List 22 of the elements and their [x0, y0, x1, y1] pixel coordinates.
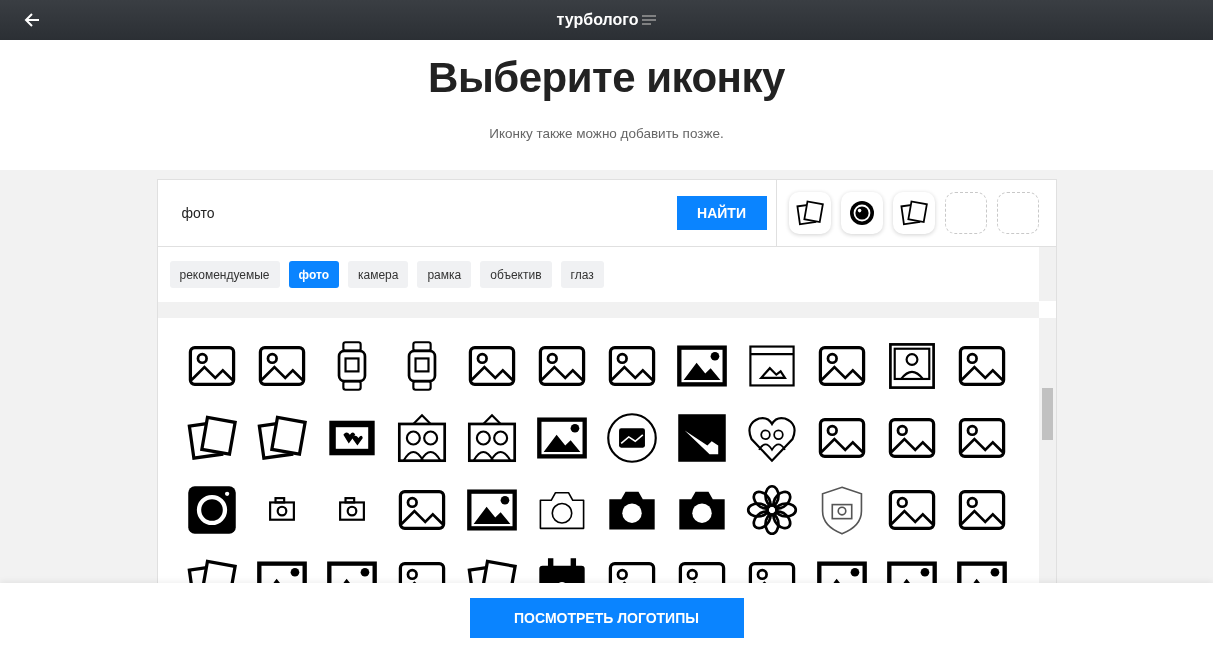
- logo: турболого: [556, 11, 639, 29]
- photo-stack-icon: [794, 198, 825, 228]
- search-field[interactable]: фото: [181, 205, 667, 221]
- tag-chip[interactable]: глаз: [560, 261, 604, 288]
- page-title: Выберите иконку: [428, 54, 785, 102]
- empty-icon-slot[interactable]: [944, 192, 987, 234]
- find-button[interactable]: НАЙТИ: [676, 196, 767, 230]
- tag-chip[interactable]: объектив: [480, 261, 552, 288]
- view-logos-button[interactable]: ПОСМОТРЕТЬ ЛОГОТИПЫ: [469, 598, 744, 638]
- tag-chip[interactable]: фото: [288, 261, 339, 288]
- horizontal-scrollbar[interactable]: [157, 302, 1039, 318]
- photo-stack-icon: [898, 198, 929, 228]
- tag-chip[interactable]: рекомендуемые: [169, 261, 280, 288]
- tag-chip[interactable]: рамка: [417, 261, 472, 288]
- page-subtitle: Иконку также можно добавить позже.: [489, 126, 724, 141]
- tag-chip[interactable]: камера: [347, 261, 409, 288]
- lines-icon: [642, 15, 657, 25]
- flower-icon: [744, 483, 799, 537]
- empty-icon-slot[interactable]: [996, 192, 1039, 234]
- back-arrow-icon[interactable]: [24, 12, 40, 28]
- vertical-scrollbar[interactable]: [1038, 247, 1056, 301]
- vertical-scrollbar[interactable]: [1038, 318, 1056, 583]
